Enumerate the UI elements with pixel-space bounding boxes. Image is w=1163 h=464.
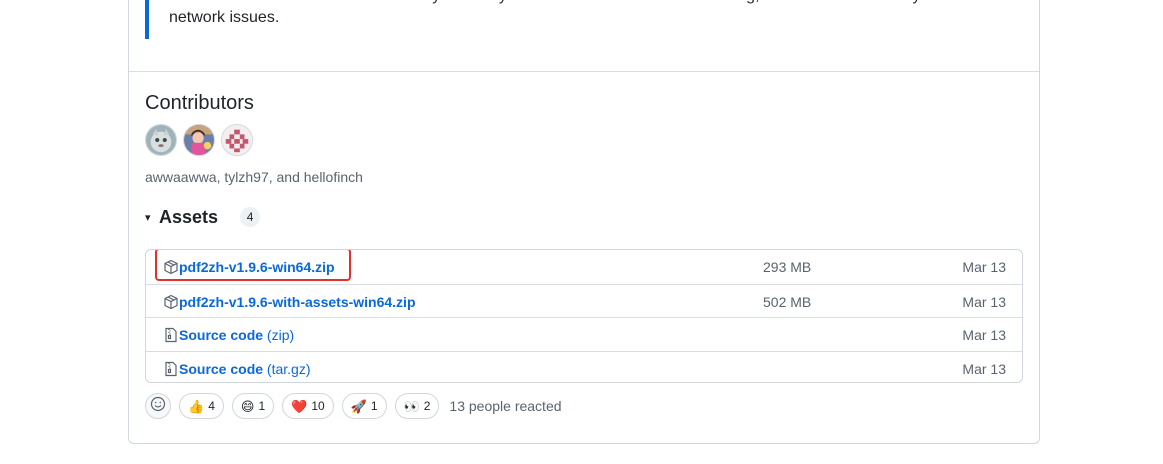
avatar-awwaawwa[interactable] bbox=[145, 124, 177, 156]
add-reaction-button[interactable] bbox=[145, 393, 171, 419]
asset-row: Source code (tar.gz) Mar 13 bbox=[146, 350, 1022, 383]
reaction-eyes[interactable]: 👀 2 bbox=[394, 393, 440, 419]
assets-toggle[interactable]: ▾ Assets 4 bbox=[145, 206, 261, 228]
asset-row: pdf2zh-v1.9.6-with-assets-win64.zip 502 … bbox=[146, 283, 1022, 318]
asset-suffix: (tar.gz) bbox=[266, 360, 311, 377]
thumbs-up-icon: 👍 bbox=[188, 398, 205, 414]
reaction-count: 2 bbox=[423, 399, 431, 413]
reactions-bar: 👍 4 😄 1 ❤️ 10 🚀 1 👀 2 13 people reacted bbox=[145, 393, 562, 419]
avatar-hellofinch[interactable] bbox=[221, 124, 253, 156]
reaction-count: 1 bbox=[258, 399, 266, 413]
asset-name: pdf2zh-v1.9.6-win64.zip bbox=[179, 259, 335, 275]
asset-size: 502 MB bbox=[763, 293, 812, 310]
package-icon bbox=[163, 294, 179, 310]
asset-size: 293 MB bbox=[763, 259, 812, 275]
asset-link-with-assets-win64-zip[interactable]: pdf2zh-v1.9.6-with-assets-win64.zip bbox=[179, 293, 416, 311]
asset-link-source-zip[interactable]: Source code (zip) bbox=[179, 326, 294, 344]
reaction-count: 1 bbox=[370, 399, 378, 413]
reaction-laugh[interactable]: 😄 1 bbox=[231, 393, 275, 419]
reaction-count: 10 bbox=[311, 399, 325, 413]
reaction-heart[interactable]: ❤️ 10 bbox=[282, 393, 334, 419]
release-note-line-2: network issues. bbox=[169, 9, 280, 26]
contributors-names: awwaawwa, tylzh97, and hellofinch bbox=[145, 169, 363, 185]
asset-link-source-tar-gz[interactable]: Source code (tar.gz) bbox=[179, 360, 311, 378]
asset-link-win64-zip[interactable]: pdf2zh-v1.9.6-win64.zip bbox=[179, 258, 335, 276]
contributor-avatars bbox=[145, 124, 253, 158]
avatar-tylzh97[interactable] bbox=[183, 124, 215, 156]
file-zip-icon bbox=[163, 327, 179, 343]
smiley-icon bbox=[150, 396, 166, 417]
assets-count-badge: 4 bbox=[240, 207, 261, 227]
eyes-icon: 👀 bbox=[403, 398, 420, 414]
reaction-count: 4 bbox=[208, 399, 215, 413]
file-zip-icon bbox=[163, 361, 179, 377]
asset-row: pdf2zh-v1.9.6-win64.zip 293 MB Mar 13 bbox=[146, 250, 1022, 284]
asset-date: Mar 13 bbox=[962, 293, 1006, 310]
rocket-icon: 🚀 bbox=[350, 398, 367, 414]
asset-date: Mar 13 bbox=[962, 259, 1006, 275]
asset-row: Source code (zip) Mar 13 bbox=[146, 317, 1022, 351]
asset-name: Source code bbox=[179, 327, 264, 343]
section-divider bbox=[129, 71, 1039, 72]
asset-name: pdf2zh-v1.9.6-with-assets-win64.zip bbox=[179, 293, 416, 310]
reaction-thumbs-up[interactable]: 👍 4 bbox=[179, 393, 224, 419]
assets-list: pdf2zh-v1.9.6-win64.zip 293 MB Mar 13 pd… bbox=[145, 249, 1023, 383]
asset-date: Mar 13 bbox=[962, 327, 1006, 343]
release-note-line-1: The version without assets will also dyn… bbox=[169, 0, 994, 8]
package-icon bbox=[163, 259, 179, 275]
asset-name: Source code bbox=[179, 360, 264, 377]
laugh-icon: 😄 bbox=[240, 398, 255, 414]
reactions-summary[interactable]: 13 people reacted bbox=[449, 398, 561, 414]
asset-suffix: (zip) bbox=[266, 327, 295, 343]
release-card: The version without assets will also dyn… bbox=[128, 0, 1040, 444]
asset-date: Mar 13 bbox=[962, 360, 1006, 377]
caret-down-icon: ▾ bbox=[145, 211, 151, 224]
heart-icon: ❤️ bbox=[291, 398, 308, 414]
reaction-rocket[interactable]: 🚀 1 bbox=[341, 393, 387, 419]
release-note-quote: The version without assets will also dyn… bbox=[145, 0, 1025, 39]
assets-heading: Assets bbox=[159, 207, 219, 227]
contributors-heading: Contributors bbox=[145, 92, 254, 114]
